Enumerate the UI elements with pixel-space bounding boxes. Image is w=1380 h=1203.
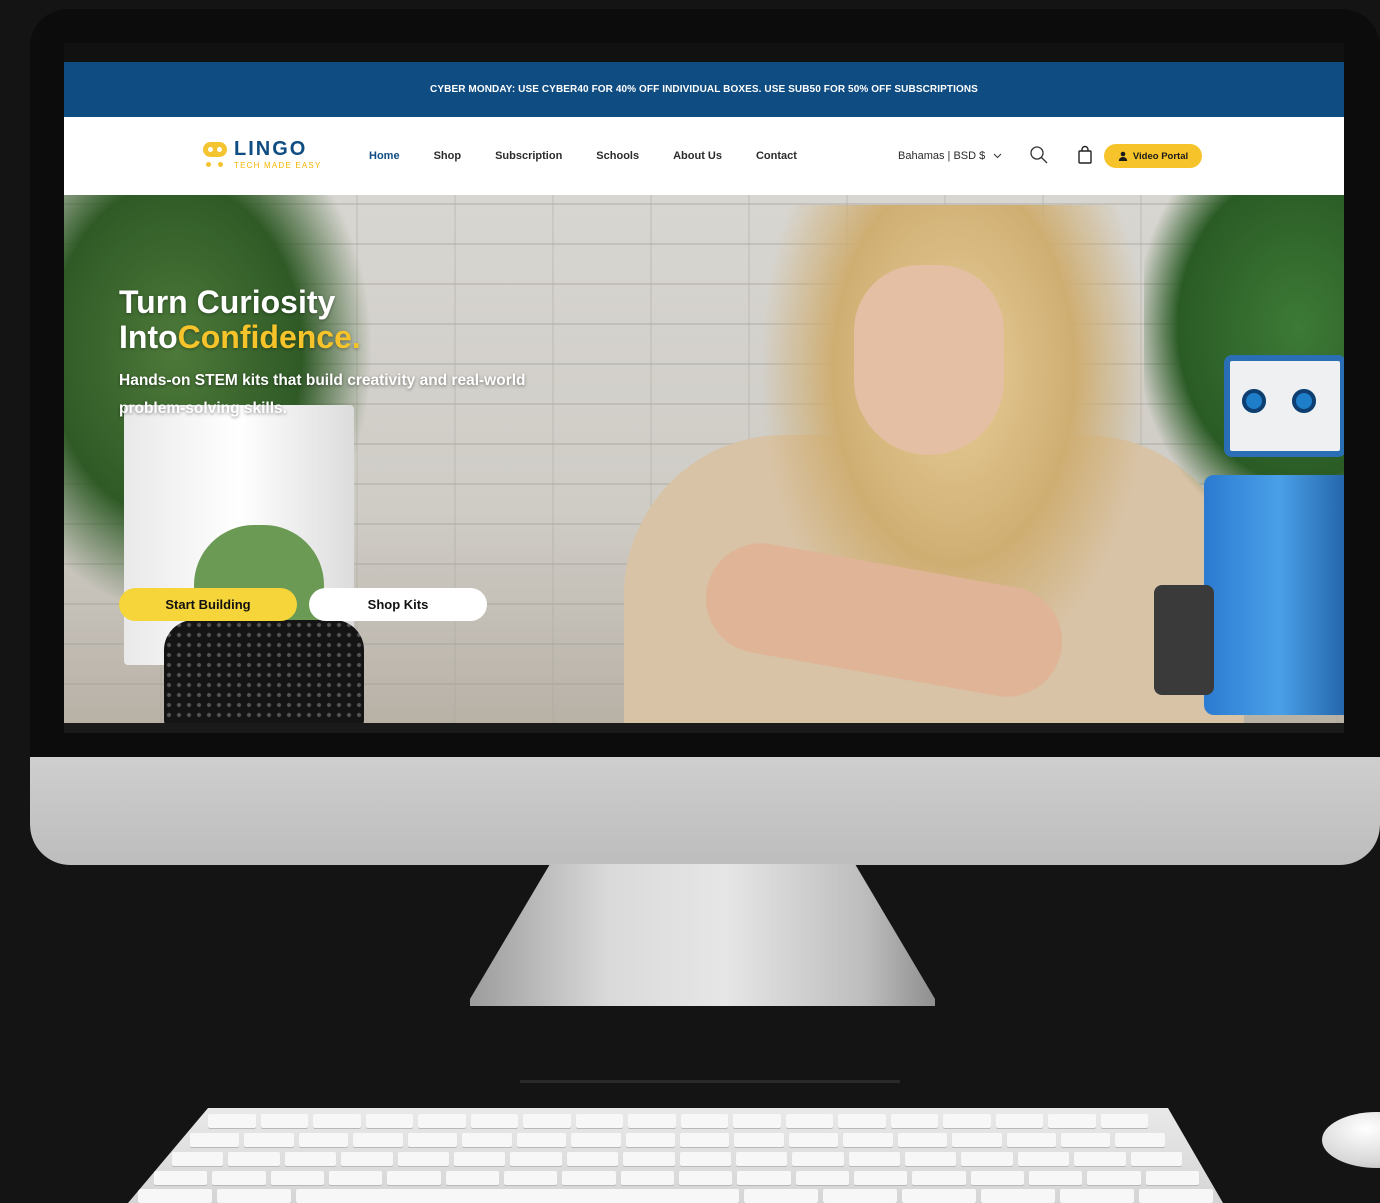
hero-title-accent: Confidence. — [177, 319, 361, 355]
nav-item-shop[interactable]: Shop — [434, 150, 462, 162]
shop-kits-button[interactable]: Shop Kits — [309, 588, 487, 621]
nav-item-schools[interactable]: Schools — [596, 150, 639, 162]
screen-top-bezel — [64, 43, 1344, 62]
monitor-stand — [470, 864, 935, 1006]
hero-copy: Turn Curiosity IntoConfidence. Hands-on … — [119, 285, 559, 423]
site-header: LINGO TECH MADE EASY Home Shop Subscript… — [64, 117, 1344, 195]
nav-item-home[interactable]: Home — [369, 150, 400, 162]
browser-screen: CYBER MONDAY: USE CYBER40 FOR 40% OFF IN… — [64, 43, 1344, 733]
chevron-down-icon — [993, 153, 1002, 159]
user-icon — [1118, 151, 1128, 161]
video-portal-label: Video Portal — [1132, 150, 1189, 162]
start-building-button[interactable]: Start Building — [119, 588, 297, 621]
brand-logo[interactable]: LINGO TECH MADE EASY — [202, 139, 321, 170]
search-icon[interactable] — [1029, 145, 1049, 165]
main-nav: Home Shop Subscription Schools About Us … — [369, 117, 797, 195]
nav-item-contact[interactable]: Contact — [756, 150, 797, 162]
nav-item-about-us[interactable]: About Us — [673, 150, 722, 162]
monitor-chin — [30, 757, 1380, 865]
brand-name: LINGO — [234, 138, 308, 160]
mouse — [1322, 1112, 1380, 1168]
nav-item-subscription[interactable]: Subscription — [495, 150, 562, 162]
video-portal-button[interactable]: Video Portal — [1104, 144, 1202, 168]
country-selector-label: Bahamas | BSD $ — [898, 150, 986, 162]
student-face — [854, 265, 1004, 455]
announcement-bar: CYBER MONDAY: USE CYBER40 FOR 40% OFF IN… — [64, 62, 1344, 117]
announcement-text: CYBER MONDAY: USE CYBER40 FOR 40% OFF IN… — [430, 84, 978, 95]
black-planter-decoration — [164, 620, 364, 723]
stand-shadow — [520, 1080, 900, 1083]
robot-kit-image — [1154, 355, 1344, 715]
hero-title: Turn Curiosity IntoConfidence. — [119, 285, 559, 355]
monitor-frame: CYBER MONDAY: USE CYBER40 FOR 40% OFF IN… — [30, 9, 1380, 865]
keyboard — [128, 1108, 1223, 1203]
hero-subtitle: Hands-on STEM kits that build creativity… — [119, 372, 526, 417]
hero-title-line2: Into — [119, 319, 178, 355]
shopping-bag-icon[interactable] — [1075, 145, 1095, 165]
hero-cta-group: Start Building Shop Kits — [119, 588, 487, 621]
robot-logo-icon — [202, 140, 228, 170]
hero-title-line1: Turn Curiosity — [119, 284, 336, 320]
brand-tagline: TECH MADE EASY — [234, 161, 322, 170]
country-selector[interactable]: Bahamas | BSD $ — [898, 117, 1002, 195]
hero-banner: Turn Curiosity IntoConfidence. Hands-on … — [64, 195, 1344, 723]
